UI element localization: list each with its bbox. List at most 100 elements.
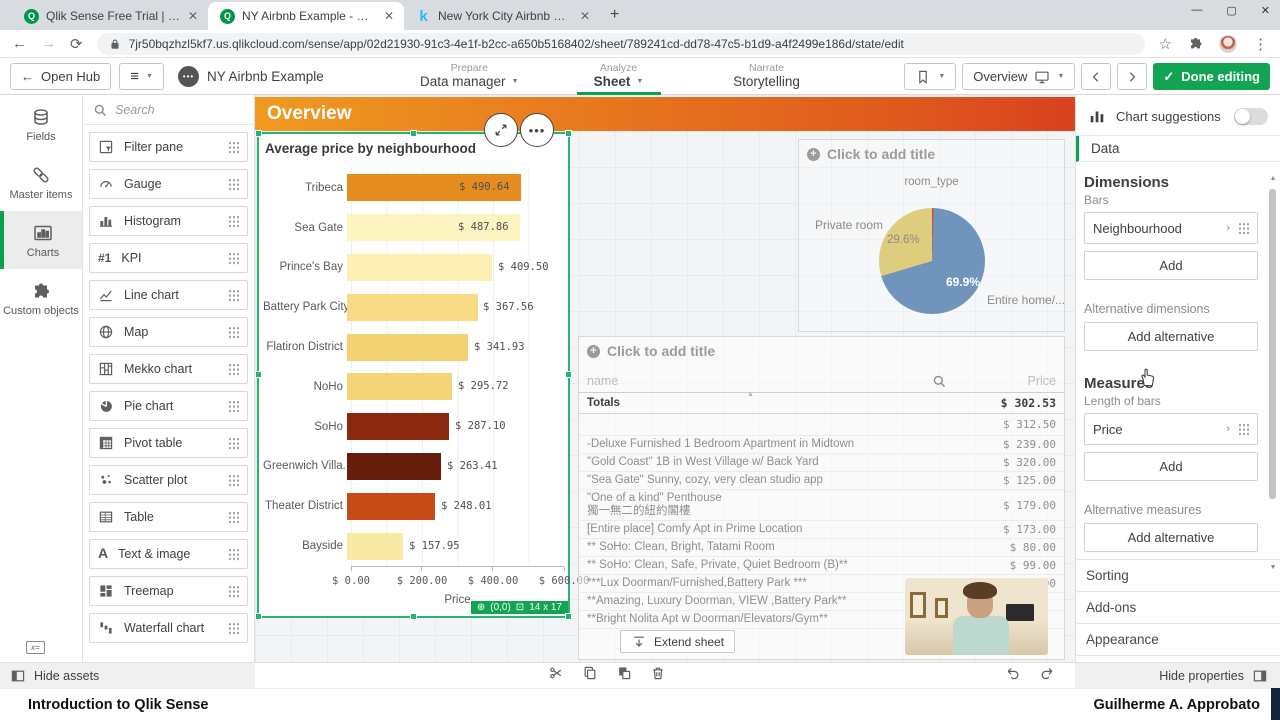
add-dimension-button[interactable]: Add	[1084, 251, 1258, 280]
asset-line-chart[interactable]: Line chart	[89, 280, 248, 310]
address-input[interactable]: 7jr50bqzhzl5kf7.us.qlikcloud.com/sense/a…	[96, 32, 1145, 55]
undo-icon[interactable]	[1005, 665, 1021, 681]
asset-scatter-plot[interactable]: Scatter plot	[89, 465, 248, 495]
pie-chart-object[interactable]: + Click to add title room_type Private r…	[798, 139, 1065, 332]
bar[interactable]	[347, 452, 441, 480]
copy-icon[interactable]	[582, 665, 598, 681]
fullscreen-button[interactable]	[484, 113, 518, 147]
extensions-icon[interactable]	[1188, 36, 1203, 51]
scroll-down-icon[interactable]: ▼	[1269, 564, 1277, 571]
drag-handle-icon[interactable]	[228, 436, 239, 450]
rail-item-master-items[interactable]: Master items	[0, 153, 82, 211]
drag-handle-icon[interactable]	[228, 177, 239, 191]
forward-icon[interactable]: →	[41, 35, 56, 52]
chart-suggestions-toggle[interactable]	[1234, 107, 1268, 125]
bar-chart-object[interactable]: Average price by neighbourhood Tribeca $ …	[255, 130, 589, 620]
prev-sheet-button[interactable]	[1081, 63, 1112, 90]
bookmarks-button[interactable]: ▼	[904, 63, 957, 90]
workflow-step-storytelling[interactable]: Narrate Storytelling	[719, 58, 815, 95]
resize-handle[interactable]	[255, 130, 262, 137]
asset-mekko-chart[interactable]: Mekko chart	[89, 354, 248, 384]
add-measure-button[interactable]: Add	[1084, 452, 1258, 481]
browser-tab-0[interactable]: Q Qlik Sense Free Trial | Qlik ✕	[12, 2, 208, 30]
hide-properties-button[interactable]: Hide properties	[1075, 663, 1280, 689]
workflow-step-data-manager[interactable]: Prepare Data manager ▼	[420, 58, 519, 95]
table-row-5[interactable]: [Entire place] Comfy Apt in Prime Locati…	[579, 521, 1064, 539]
bar[interactable]	[347, 333, 469, 361]
table-row-4[interactable]: "One of a kind" Penthouse 獨一無二的紐約閣樓 $ 179.…	[579, 490, 1064, 521]
paste-icon[interactable]	[616, 665, 632, 681]
bookmark-star-icon[interactable]: ☆	[1159, 35, 1172, 53]
drag-handle-icon[interactable]	[1238, 221, 1249, 235]
table-row-7[interactable]: ** SoHo: Clean, Safe, Private, Quiet Bed…	[579, 557, 1064, 575]
drag-handle-icon[interactable]	[228, 547, 239, 561]
asset-pie-chart[interactable]: Pie chart	[89, 391, 248, 421]
section-add-ons[interactable]: Add-ons	[1076, 592, 1280, 624]
resize-handle[interactable]	[409, 130, 417, 137]
done-editing-button[interactable]: ✓ Done editing	[1153, 63, 1270, 90]
drag-handle-icon[interactable]	[228, 510, 239, 524]
drag-handle-icon[interactable]	[228, 251, 239, 265]
open-hub-button[interactable]: ← Open Hub	[10, 62, 112, 90]
bar[interactable]	[347, 373, 452, 401]
bar[interactable]	[347, 413, 449, 441]
resize-handle[interactable]	[565, 613, 572, 620]
resize-handle[interactable]	[255, 613, 262, 620]
table-row-6[interactable]: ** SoHo: Clean, Bright, Tatami Room $ 80.…	[579, 539, 1064, 557]
asset-map[interactable]: Map	[89, 317, 248, 347]
add-alternative-dimension-button[interactable]: Add alternative	[1084, 322, 1258, 351]
rail-item-fields[interactable]: Fields	[0, 95, 82, 153]
redo-icon[interactable]	[1039, 665, 1055, 681]
drag-handle-icon[interactable]	[228, 288, 239, 302]
browser-tab-1[interactable]: Q NY Airbnb Example - Overview | ✕	[208, 2, 404, 30]
profile-avatar[interactable]	[1219, 34, 1237, 53]
table-header-row[interactable]: name Price ▲	[579, 369, 1064, 398]
bar[interactable]	[347, 253, 493, 281]
browser-menu-icon[interactable]: ⋮	[1253, 35, 1268, 53]
asset-text-image[interactable]: A Text & image	[89, 539, 248, 569]
rail-item-custom-objects[interactable]: Custom objects	[0, 269, 82, 327]
asset-waterfall-chart[interactable]: Waterfall chart	[89, 613, 248, 643]
tab-close-icon[interactable]: ✕	[188, 9, 198, 23]
column-search-icon[interactable]	[932, 374, 946, 388]
tab-close-icon[interactable]: ✕	[580, 9, 590, 23]
section-sorting[interactable]: Sorting	[1076, 560, 1280, 592]
asset-gauge[interactable]: Gauge	[89, 169, 248, 199]
rail-item-charts[interactable]: Charts	[0, 211, 82, 269]
hide-assets-button[interactable]: Hide assets	[0, 663, 255, 689]
dimension-item-neighbourhood[interactable]: Neighbourhood ›	[1084, 212, 1258, 244]
close-icon[interactable]: ✕	[1261, 4, 1270, 17]
global-menu-button[interactable]: ≡ ▼	[119, 62, 164, 90]
asset-histogram[interactable]: Histogram	[89, 206, 248, 236]
asset-kpi[interactable]: #1 KPI	[89, 243, 248, 273]
scroll-up-icon[interactable]: ▲	[1269, 175, 1277, 182]
resize-handle[interactable]	[565, 371, 572, 378]
drag-handle-icon[interactable]	[228, 362, 239, 376]
resize-handle[interactable]	[565, 130, 572, 137]
drag-handle-icon[interactable]	[228, 214, 239, 228]
properties-scrollbar[interactable]: ▲ ▼	[1269, 175, 1277, 571]
minimize-icon[interactable]: —	[1191, 4, 1202, 17]
next-sheet-button[interactable]	[1117, 63, 1148, 90]
extend-sheet-button[interactable]: Extend sheet	[620, 630, 736, 653]
asset-filter-pane[interactable]: Filter pane	[89, 132, 248, 162]
drag-handle-icon[interactable]	[228, 325, 239, 339]
bar[interactable]	[347, 532, 404, 560]
asset-treemap[interactable]: Treemap	[89, 576, 248, 606]
tab-data[interactable]: Data	[1076, 136, 1280, 162]
section-appearance[interactable]: Appearance	[1076, 624, 1280, 656]
drag-handle-icon[interactable]	[228, 140, 239, 154]
table-row-3[interactable]: "Sea Gate" Sunny, cozy, very clean studi…	[579, 472, 1064, 490]
table-row-1[interactable]: -Deluxe Furnished 1 Bedroom Apartment in…	[579, 436, 1064, 454]
resize-handle[interactable]	[409, 613, 417, 620]
tab-close-icon[interactable]: ✕	[384, 9, 394, 23]
drag-handle-icon[interactable]	[228, 621, 239, 635]
measure-item-price[interactable]: Price ›	[1084, 413, 1258, 445]
table-row-2[interactable]: "Gold Coast" 1B in West Village w/ Back …	[579, 454, 1064, 472]
asset-pivot-table[interactable]: Pivot table	[89, 428, 248, 458]
expression-editor-icon[interactable]: x=	[26, 641, 45, 654]
column-header-price[interactable]: Price	[946, 374, 1056, 388]
drag-handle-icon[interactable]	[228, 399, 239, 413]
sheet-selector-button[interactable]: Overview ▼	[962, 63, 1076, 90]
bar[interactable]	[347, 293, 478, 321]
